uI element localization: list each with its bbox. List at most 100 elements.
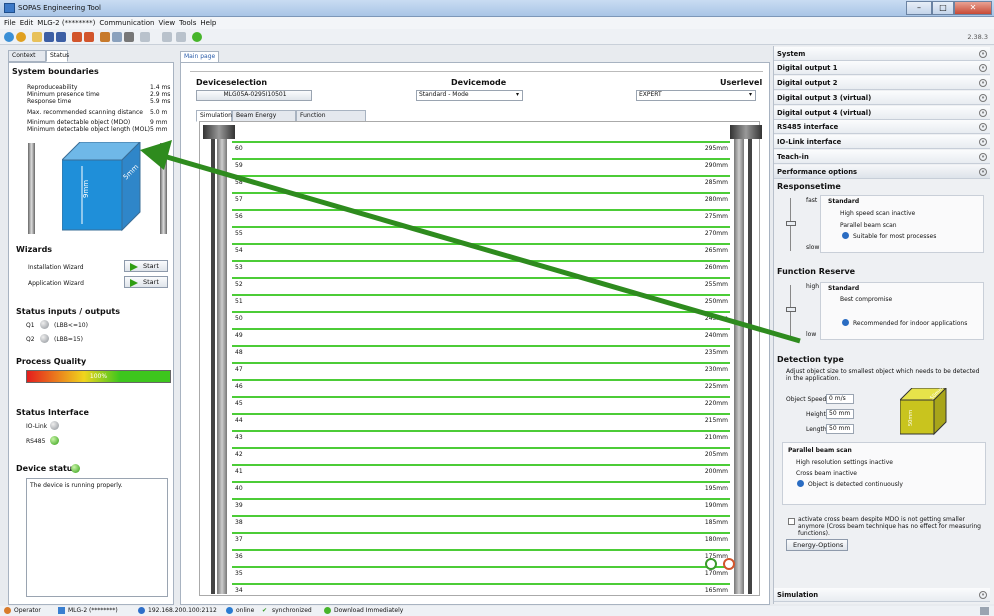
section-teach-in[interactable]: Teach-in » (774, 150, 990, 164)
section-system[interactable]: System » (774, 47, 990, 61)
beam-row: 35 170mm (232, 566, 730, 583)
window-list-icon[interactable] (980, 607, 989, 615)
settings-icon[interactable] (124, 32, 134, 42)
devicemode-select[interactable]: Standard - Mode ▾ (416, 90, 523, 101)
beam-position: 185mm (704, 519, 728, 526)
beam-number: 53 (235, 264, 243, 271)
beam-number: 35 (235, 570, 243, 577)
start-label: Start (143, 262, 159, 270)
title-bar: SOPAS Engineering Tool – □ ✕ (0, 0, 994, 17)
download-icon[interactable] (84, 32, 94, 42)
beam-line (232, 158, 730, 160)
beam-position: 275mm (704, 213, 728, 220)
userlevel-select[interactable]: EXPERT ▾ (636, 90, 756, 101)
receiver-bar (730, 125, 762, 594)
beam-position: 220mm (704, 400, 728, 407)
download-status-icon (324, 607, 331, 614)
beam-number: 42 (235, 451, 243, 458)
menu-device[interactable]: MLG-2 (********) (37, 17, 95, 29)
save-as-icon[interactable] (56, 32, 66, 42)
section-label: Digital output 1 (777, 64, 838, 72)
energy-options-button[interactable]: Energy-Options (786, 539, 848, 551)
tab-main-page[interactable]: Main page (180, 51, 220, 63)
upload-icon[interactable] (72, 32, 82, 42)
boundary-label: Minimum presence time (27, 91, 100, 98)
reserve-slider-thumb[interactable] (786, 307, 796, 312)
beam-number: 46 (235, 383, 243, 390)
sender-bar (203, 125, 235, 594)
section-simulation[interactable]: Simulation » (774, 588, 990, 602)
section-digital-output-3-virtual[interactable]: Digital output 3 (virtual) » (774, 91, 990, 105)
section-digital-output-1[interactable]: Digital output 1 » (774, 61, 990, 75)
menu-edit[interactable]: Edit (20, 17, 34, 29)
expand-icon: » (979, 123, 987, 131)
status-address: 192.168.200.100:2112 (148, 607, 217, 614)
menu-file[interactable]: File (4, 17, 16, 29)
responsetime-slider-thumb[interactable] (786, 221, 796, 226)
minimize-button[interactable]: – (906, 1, 932, 15)
object-speed-input[interactable]: 0 m/s (826, 394, 854, 404)
menu-bar: File Edit MLG-2 (********) Communication Vie… (0, 17, 994, 29)
tab-status[interactable]: Status (46, 50, 69, 62)
info-icon (842, 319, 849, 326)
low-label: low (806, 331, 817, 338)
maximize-button[interactable]: □ (932, 1, 954, 15)
section-performance-options[interactable]: Performance options « (774, 165, 990, 179)
section-digital-output-4-virtual[interactable]: Digital output 4 (virtual) » (774, 106, 990, 120)
responsetime-title: Responsetime (777, 182, 841, 191)
expand-icon: » (979, 109, 987, 117)
beam-row: 60 295mm (232, 141, 730, 158)
status-icon[interactable] (192, 32, 202, 42)
application-start-button[interactable]: Start (124, 276, 168, 288)
status-bar: Operator MLG-2 (********) 192.168.200.10… (0, 606, 994, 616)
cross-beam-checkbox[interactable] (788, 518, 795, 525)
expand-icon: » (979, 591, 987, 599)
device-status-led (71, 464, 80, 473)
menu-view[interactable]: View (159, 17, 176, 29)
height-input[interactable]: 50 mm (826, 409, 854, 419)
close-button[interactable]: ✕ (954, 1, 992, 15)
search-device-icon[interactable] (16, 32, 26, 42)
zoom-out-icon[interactable] (723, 558, 735, 570)
iolink-label: IO-Link (26, 423, 48, 430)
beam-position: 260mm (704, 264, 728, 271)
start-label: Start (143, 278, 159, 286)
save-icon[interactable] (44, 32, 54, 42)
parallel-title: Parallel beam scan (788, 447, 852, 454)
beam-row: 50 245mm (232, 311, 730, 328)
tab-context-help[interactable]: Context Help (8, 50, 46, 69)
beam-row: 48 235mm (232, 345, 730, 362)
user-icon (4, 607, 11, 614)
length-input[interactable]: 50 mm (826, 424, 854, 434)
menu-help[interactable]: Help (200, 17, 216, 29)
section-rs485-interface[interactable]: RS485 interface » (774, 120, 990, 134)
length-label: Length (806, 426, 827, 433)
menu-tools[interactable]: Tools (179, 17, 196, 29)
beam-number: 58 (235, 179, 243, 186)
beam-line (232, 328, 730, 330)
print-icon[interactable] (100, 32, 110, 42)
beam-row: 49 240mm (232, 328, 730, 345)
undo-icon[interactable] (140, 32, 150, 42)
beam-position: 245mm (704, 315, 728, 322)
connect-icon[interactable] (4, 32, 14, 42)
beam-line (232, 583, 730, 585)
zoom-in-icon[interactable] (705, 558, 717, 570)
device-icon[interactable] (112, 32, 122, 42)
deviceselection-button[interactable]: MLG05A-0295I10501 (196, 90, 312, 101)
reserve-line-2: Recommended for indoor applications (853, 320, 968, 327)
redo-icon[interactable] (162, 32, 172, 42)
refresh-icon[interactable] (176, 32, 186, 42)
section-digital-output-2[interactable]: Digital output 2 » (774, 76, 990, 90)
beam-position: 280mm (704, 196, 728, 203)
section-io-link-interface[interactable]: IO-Link interface » (774, 135, 990, 149)
beam-position: 255mm (704, 281, 728, 288)
beam-line (232, 379, 730, 381)
deviceselection-label: Deviceselection (196, 78, 268, 87)
open-folder-icon[interactable] (32, 32, 42, 42)
beam-position: 230mm (704, 366, 728, 373)
beam-position: 235mm (704, 349, 728, 356)
beam-row: 39 190mm (232, 498, 730, 515)
menu-communication[interactable]: Communication (99, 17, 154, 29)
installation-start-button[interactable]: Start (124, 260, 168, 272)
